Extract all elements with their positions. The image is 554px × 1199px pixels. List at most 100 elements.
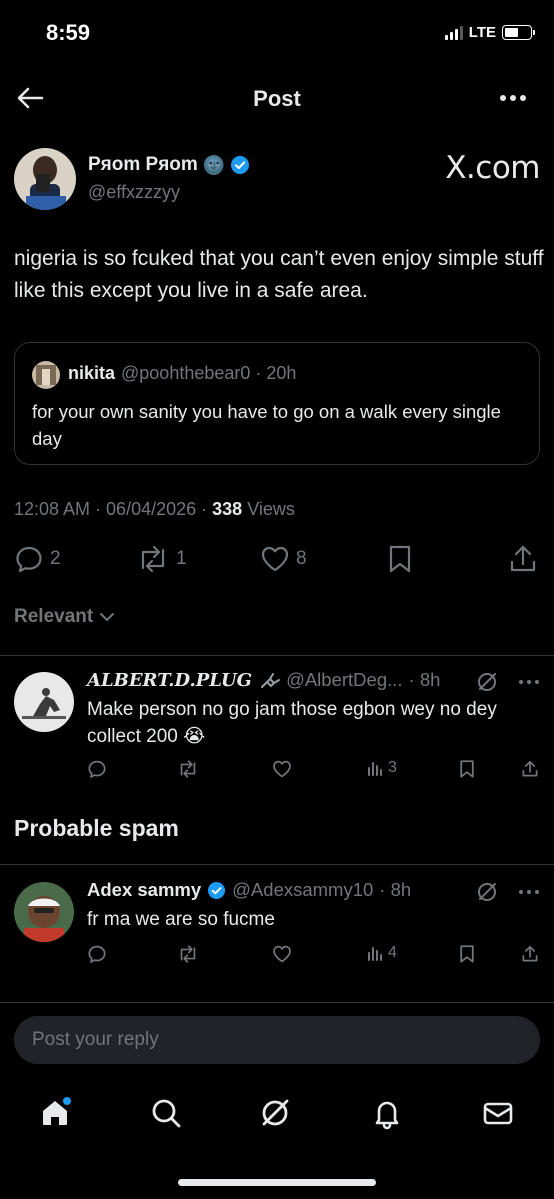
post-timestamp: 12:08 AM · 06/04/2026 · 338 Views (14, 499, 295, 520)
quote-author-name: nikita (68, 363, 116, 383)
reply-like-button[interactable] (272, 759, 292, 779)
bookmark-icon (460, 945, 474, 963)
grok-icon[interactable] (476, 881, 498, 903)
reply-bookmark-button[interactable] (458, 944, 476, 964)
heart-icon (273, 945, 291, 963)
more-horizontal-icon (500, 95, 526, 101)
share-icon (522, 760, 538, 777)
repost-icon (180, 945, 196, 963)
reply-author-name: ALBERT.D.PLUG (87, 669, 253, 691)
reply-top-actions (476, 671, 540, 693)
reply-author-handle: @Adexsammy10 (232, 879, 374, 900)
more-horizontal-icon[interactable] (518, 889, 540, 895)
probable-spam-heading: Probable spam (14, 815, 179, 841)
avatar[interactable] (14, 672, 74, 732)
bottom-tab-bar (0, 1085, 554, 1145)
tab-home[interactable] (35, 1093, 75, 1133)
reply-header: ALBERT.D.PLUG @AlbertDeg... · 8h (87, 669, 440, 691)
views-chart-icon (368, 762, 382, 776)
author-name-row[interactable]: Pяom Pяom 🌚 (88, 154, 250, 176)
page-title: Post (253, 86, 301, 111)
reply-composer[interactable] (14, 1016, 540, 1064)
reply-reply-button[interactable] (87, 759, 107, 779)
reply-top-actions (476, 881, 540, 903)
reply-icon (88, 760, 106, 778)
reply-time: · 8h (408, 669, 441, 690)
views-label: Views (242, 499, 295, 519)
bookmark-icon (460, 760, 474, 778)
more-options-button[interactable] (498, 86, 528, 110)
reply-icon (88, 945, 106, 963)
network-label: LTE (468, 24, 496, 41)
reply-header: Adex sammy @Adexsammy10 · 8h (87, 879, 411, 901)
status-time: 8:59 (46, 20, 91, 45)
moon-emoji: 🌚 (202, 154, 226, 175)
bell-icon (375, 1101, 399, 1130)
reply-button[interactable]: 2 (14, 544, 61, 574)
reply-text: fr ma we are so fucme (87, 909, 275, 930)
reply-repost-button[interactable] (177, 759, 199, 779)
heart-icon (273, 760, 291, 778)
verified-badge-icon (231, 156, 250, 174)
reply-author-name: Adex sammy (87, 879, 202, 900)
reply-reply-button[interactable] (87, 944, 107, 964)
status-indicators: LTE (444, 24, 535, 41)
tab-grok[interactable] (255, 1093, 295, 1133)
views-count: 338 (212, 499, 243, 519)
reply-bookmark-button[interactable] (458, 759, 476, 779)
reply-item[interactable]: Adex sammy @Adexsammy10 · 8h fr ma we ar… (0, 864, 554, 999)
quote-meta: nikita @poohthebear0 · 20h (68, 363, 296, 384)
share-icon (522, 945, 538, 962)
tab-messages[interactable] (478, 1093, 518, 1133)
reply-views-button[interactable]: 3 (366, 759, 397, 777)
bookmark-button[interactable] (386, 544, 414, 574)
reply-input[interactable] (14, 1016, 540, 1064)
repost-count: 1 (176, 548, 187, 569)
tab-search[interactable] (146, 1093, 186, 1133)
reply-actions: 3 (87, 759, 539, 783)
repost-button[interactable]: 1 (136, 544, 187, 574)
share-icon (510, 545, 536, 572)
reply-views-count: 3 (388, 759, 397, 776)
bookmark-icon (389, 545, 411, 573)
like-button[interactable]: 8 (260, 544, 307, 574)
reply-author-handle: @AlbertDeg... (286, 669, 403, 690)
heart-icon (261, 546, 289, 572)
sort-label: Relevant (14, 606, 94, 627)
home-indicator (178, 1179, 376, 1186)
author-name: Pяom Pяom (88, 154, 198, 175)
mail-icon (483, 1102, 513, 1125)
battery-icon (502, 25, 535, 40)
reply-views-button[interactable]: 4 (366, 944, 397, 962)
repost-icon (180, 760, 196, 778)
quote-author-handle: @poohthebear0 · 20h (121, 363, 297, 383)
quote-text: for your own sanity you have to go on a … (32, 401, 501, 449)
reply-repost-button[interactable] (177, 944, 199, 964)
post-header: Post (0, 74, 554, 122)
reply-text: Make person no go jam those egbon wey no… (87, 699, 497, 747)
reply-item[interactable]: ALBERT.D.PLUG @AlbertDeg... · 8h Make pe… (0, 655, 554, 790)
avatar[interactable] (14, 882, 74, 942)
more-horizontal-icon[interactable] (518, 679, 540, 685)
reply-like-button[interactable] (272, 944, 292, 964)
share-button[interactable] (508, 544, 538, 574)
plug-icon (261, 673, 281, 688)
post-text: nigeria is so fcuked that you can’t even… (14, 247, 544, 302)
reply-time: · 8h (379, 879, 412, 900)
tab-notifications[interactable] (367, 1093, 407, 1133)
reply-share-button[interactable] (521, 759, 539, 779)
post-author: Pяom Pяom 🌚 @effxzzzyy X.com (14, 148, 540, 212)
signal-icon (444, 25, 463, 40)
author-handle[interactable]: @effxzzzyy (88, 182, 180, 203)
quoted-post[interactable]: nikita @poohthebear0 · 20h for your own … (14, 342, 540, 465)
reply-share-button[interactable] (521, 944, 539, 964)
chevron-down-icon (100, 613, 115, 621)
watermark: X.com (445, 150, 540, 186)
notification-dot (63, 1097, 71, 1105)
avatar[interactable] (14, 148, 76, 210)
status-bar: 8:59 LTE (0, 0, 554, 70)
grok-icon (262, 1099, 289, 1126)
grok-icon[interactable] (476, 671, 498, 693)
verified-badge-icon (208, 881, 226, 899)
sort-dropdown[interactable]: Relevant (14, 606, 115, 628)
